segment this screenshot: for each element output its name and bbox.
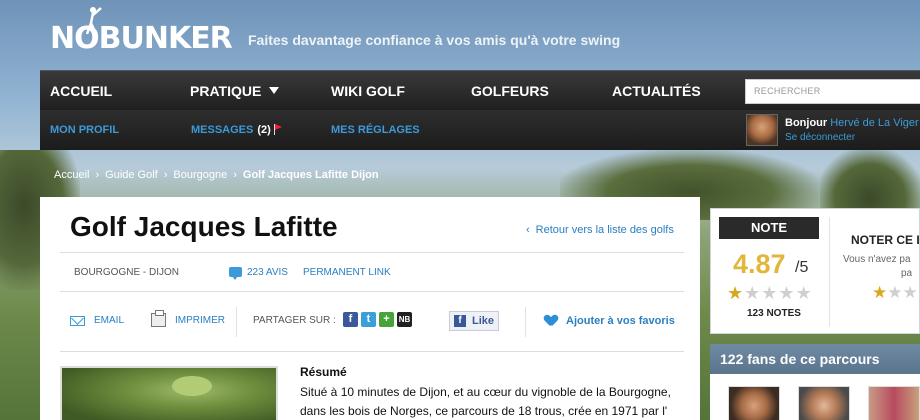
- twitter-share-icon[interactable]: t: [361, 312, 376, 327]
- flag-icon: [273, 124, 284, 135]
- nav-pratique[interactable]: PRATIQUE: [190, 71, 280, 111]
- user-greeting: Bonjour Hervé de La Viger: [785, 117, 919, 129]
- fans-title: 122 fans de ce parcours: [710, 344, 920, 374]
- breadcrumb-current: Golf Jacques Lafitte Dijon: [242, 169, 379, 181]
- avis-link[interactable]: 223 AVIS: [247, 267, 288, 278]
- star-icon: ★: [795, 283, 813, 303]
- star-icon[interactable]: ★: [903, 283, 918, 302]
- rating-panel: NOTE 4.87 /5 ★★★★★ 123 NOTES NOTER CE I …: [710, 208, 920, 334]
- rating-value: 4.87: [733, 249, 786, 279]
- link-mon-profil[interactable]: MON PROFIL: [50, 110, 119, 150]
- star-icon: ★: [778, 283, 796, 303]
- divider: [829, 217, 830, 327]
- messages-count: (2): [257, 124, 271, 136]
- divider: [525, 307, 526, 337]
- divider: [60, 291, 684, 292]
- user-avatar[interactable]: [746, 114, 778, 146]
- logo-text: NOBUNKER: [50, 20, 233, 56]
- comment-icon: [229, 267, 242, 280]
- fan-avatar[interactable]: [728, 386, 780, 420]
- permanent-link[interactable]: PERMANENT LINK: [303, 267, 391, 278]
- messages-label: MESSAGES: [191, 124, 254, 136]
- breadcrumb: Accueil › Guide Golf › Bourgogne › Golf Jacque…: [54, 169, 379, 181]
- resume-text: Situé à 10 minutes de Dijon, et au cœur …: [300, 385, 671, 418]
- main-panel: Golf Jacques Lafitte Retour vers la list…: [40, 197, 700, 420]
- email-icon: [70, 316, 85, 326]
- fan-avatar[interactable]: [868, 386, 920, 420]
- rate-text-line1: Vous n'avez pa: [843, 254, 911, 265]
- link-messages[interactable]: MESSAGES (2): [191, 110, 284, 150]
- golfer-icon: [85, 7, 102, 35]
- more-share-icon[interactable]: +: [379, 312, 394, 327]
- action-bar: EMAIL IMPRIMER PARTAGER SUR : f t + NB f…: [60, 301, 684, 345]
- rating-count: 123 NOTES: [747, 308, 801, 319]
- star-icon: ★: [761, 283, 779, 303]
- main-nav: ACCUEIL PRATIQUE WIKI GOLF GOLFEURS ACTU…: [40, 70, 920, 110]
- search-input[interactable]: RECHERCHER: [745, 79, 920, 104]
- email-link[interactable]: EMAIL: [94, 315, 124, 326]
- heart-icon: [545, 315, 559, 327]
- star-icon: ★: [727, 283, 745, 303]
- facebook-icon: f: [454, 315, 466, 327]
- fans-list: [710, 374, 920, 420]
- chevron-right-icon: ›: [233, 169, 237, 181]
- star-icon: ★: [744, 283, 762, 303]
- chevron-right-icon: ›: [95, 169, 100, 181]
- user-name-link[interactable]: Hervé de La Viger: [830, 117, 918, 129]
- rate-course-title: NOTER CE I: [851, 233, 920, 247]
- note-label: NOTE: [719, 217, 819, 239]
- rate-course-text: Vous n'avez pa pa: [843, 253, 912, 281]
- user-rating-stars[interactable]: ★★★: [872, 283, 918, 303]
- divider: [60, 252, 684, 253]
- course-photo[interactable]: [60, 366, 278, 420]
- print-link[interactable]: IMPRIMER: [175, 315, 225, 326]
- divider: [60, 351, 684, 352]
- star-icon[interactable]: ★: [872, 283, 887, 302]
- tagline: Faites davantage confiance à vos amis qu…: [248, 32, 621, 48]
- nav-accueil[interactable]: ACCUEIL: [50, 71, 112, 111]
- site-logo[interactable]: NOBUNKER: [50, 7, 233, 56]
- share-label: PARTAGER SUR :: [253, 315, 336, 326]
- nav-pratique-label: PRATIQUE: [190, 83, 262, 99]
- rating-stars: ★★★★★: [727, 283, 813, 304]
- breadcrumb-bourgogne[interactable]: Bourgogne: [173, 169, 227, 181]
- resume-title: Résumé: [300, 365, 347, 379]
- nav-actualites[interactable]: ACTUALITÉS: [612, 71, 701, 111]
- greeting-label: Bonjour: [785, 117, 828, 129]
- logout-link[interactable]: Se déconnecter: [785, 132, 855, 143]
- nav-wiki-golf[interactable]: WIKI GOLF: [331, 71, 405, 111]
- back-to-list-link[interactable]: Retour vers la liste des golfs: [526, 224, 674, 236]
- divider: [236, 307, 237, 337]
- printer-icon: [151, 310, 166, 327]
- nav-golfeurs[interactable]: GOLFEURS: [471, 71, 549, 111]
- add-favorite-link[interactable]: Ajouter à vos favoris: [566, 315, 675, 327]
- page-title: Golf Jacques Lafitte: [70, 211, 338, 242]
- rating-max: /5: [795, 259, 809, 276]
- nobunker-share-icon[interactable]: NB: [397, 312, 412, 327]
- region-label: BOURGOGNE - DIJON: [74, 267, 180, 278]
- breadcrumb-accueil[interactable]: Accueil: [54, 169, 89, 181]
- chevron-right-icon: ›: [163, 169, 168, 181]
- like-label: Like: [472, 315, 495, 327]
- dropdown-arrow-icon: [269, 87, 280, 94]
- facebook-share-icon[interactable]: f: [343, 312, 358, 327]
- user-nav: MON PROFIL MESSAGES (2) MES RÉGLAGES Bonj…: [40, 110, 920, 150]
- facebook-like-button[interactable]: f Like: [449, 311, 499, 331]
- star-icon[interactable]: ★: [887, 283, 902, 302]
- link-mes-reglages[interactable]: MES RÉGLAGES: [331, 110, 420, 150]
- breadcrumb-guide-golf[interactable]: Guide Golf: [105, 169, 158, 181]
- fan-avatar[interactable]: [798, 386, 850, 420]
- rate-text-line2: pa: [901, 268, 913, 279]
